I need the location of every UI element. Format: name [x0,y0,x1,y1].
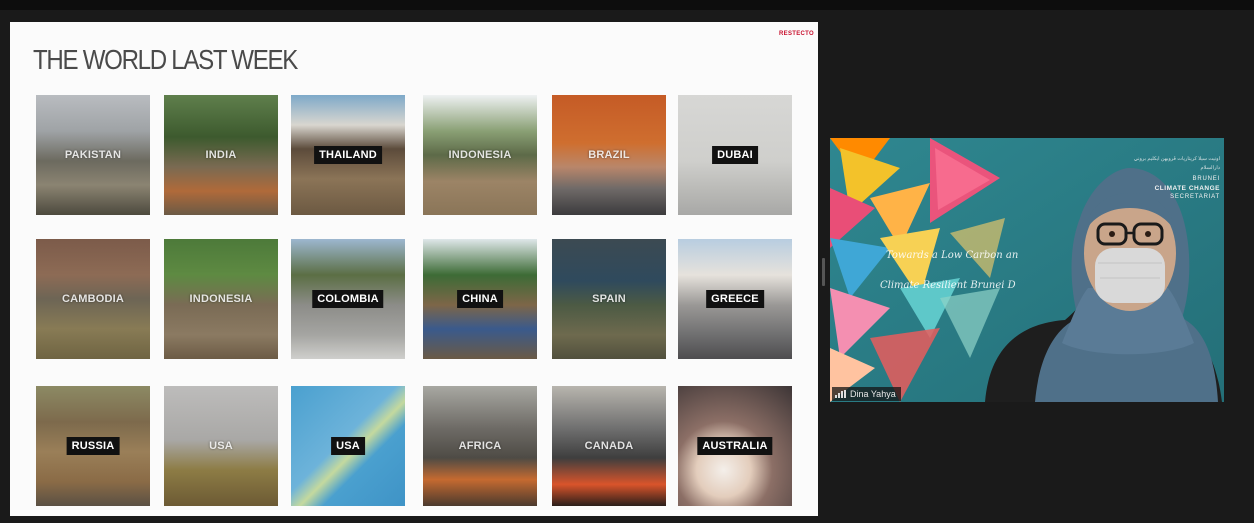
photo-tile-label: COLOMBIA [312,290,384,308]
photo-tile: CANADA [552,386,666,506]
photo-tile-label: USA [331,437,365,455]
split-view-handle[interactable] [822,258,825,286]
photo-tile: DUBAI [678,95,792,215]
org-arabic-text: اونيت سيلا كريتاريات ڤروبهن ايکليم بروني… [1133,156,1220,171]
photo-tile: INDIA [164,95,278,215]
photo-tile-label: BRAZIL [588,149,630,161]
participant-name: Dina Yahya [850,389,896,399]
brand-logo: RESTECTO [779,31,814,37]
shared-screen-slide[interactable]: THE WORLD LAST WEEK RESTECTO PAKISTAN IND… [10,22,818,516]
photo-tile-label: INDONESIA [189,293,253,305]
org-line-3: SECRETARIAT [1170,194,1220,200]
photo-tile: BRAZIL [552,95,666,215]
photo-tile-label: INDIA [205,149,237,161]
photo-tile-label: DUBAI [712,146,758,164]
photo-tile: CAMBODIA [36,239,150,359]
photo-tile-label: CANADA [584,440,634,452]
participant-nameplate: Dina Yahya [832,387,901,401]
org-line-2: CLIMATE CHANGE [1154,185,1220,192]
photo-tile: USA [164,386,278,506]
photo-tile: SPAIN [552,239,666,359]
photo-tile: CHINA [423,239,537,359]
photo-tile: RUSSIA [36,386,150,506]
photo-tile-label: GREECE [706,290,764,308]
photo-tile-label: CAMBODIA [61,293,125,305]
signal-bars-icon [835,390,846,398]
photo-tile: AUSTRALIA [678,386,792,506]
top-bar [0,0,1254,10]
photo-tile-label: THAILAND [314,146,382,164]
slide-title: THE WORLD LAST WEEK [33,44,298,75]
photo-tile-label: CHINA [457,290,503,308]
photo-tile: INDONESIA [423,95,537,215]
photo-tile-label: SPAIN [592,293,626,305]
photo-tile: AFRICA [423,386,537,506]
photo-tile-label: PAKISTAN [64,149,122,161]
org-line-1: BRUNEI [1192,176,1220,182]
photo-tile: PAKISTAN [36,95,150,215]
photo-tile: GREECE [678,239,792,359]
photo-tile-label: USA [209,440,233,452]
photo-tile: THAILAND [291,95,405,215]
photo-tile-label: RUSSIA [66,437,120,455]
photo-tile-label: INDONESIA [448,149,512,161]
banner-script-line-2: Climate Resilient Brunei D [880,280,1016,291]
photo-tile-label: AFRICA [458,440,502,452]
photo-tile: USA [291,386,405,506]
photo-tile: INDONESIA [164,239,278,359]
photo-tile-label: AUSTRALIA [697,437,773,455]
photo-tile: COLOMBIA [291,239,405,359]
banner-script-line-1: Towards a Low Carbon an [886,250,1019,261]
organisation-logo-text: اونيت سيلا كريتاريات ڤروبهن ايکليم بروني… [1120,155,1220,202]
